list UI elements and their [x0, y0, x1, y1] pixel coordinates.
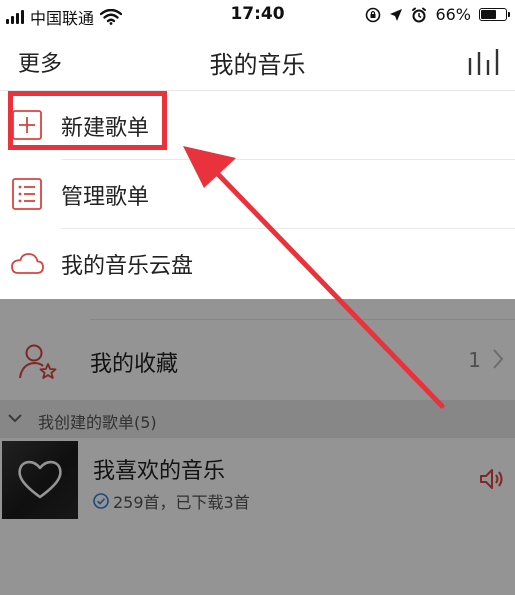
- equalizer-icon[interactable]: [467, 48, 501, 76]
- location-icon: [390, 8, 403, 21]
- list-icon: [12, 178, 42, 210]
- status-bar: 中国联通 17:40 66%: [0, 0, 515, 30]
- alarm-icon: [412, 7, 427, 22]
- cloud-icon: [11, 253, 44, 274]
- menu-item-label: 我的音乐云盘: [61, 254, 194, 279]
- annotation-highlight-box: [8, 91, 167, 150]
- menu-item-label: 管理歌单: [61, 185, 150, 210]
- battery-icon: [479, 8, 510, 21]
- rotation-lock-icon: [366, 7, 381, 22]
- battery-percent: 66%: [435, 5, 471, 24]
- menu-item-manage-playlists[interactable]: 管理歌单: [0, 160, 515, 228]
- menu-item-cloud-drive[interactable]: 我的音乐云盘: [0, 229, 515, 297]
- screen: 中国联通 17:40 66% 更多 我的音乐 我的收藏 1 我创建的歌单(5) …: [0, 0, 515, 595]
- nav-bar: 更多 我的音乐: [0, 30, 515, 91]
- dim-overlay[interactable]: [0, 299, 515, 595]
- status-right: 66%: [365, 5, 510, 24]
- page-title: 我的音乐: [209, 51, 306, 79]
